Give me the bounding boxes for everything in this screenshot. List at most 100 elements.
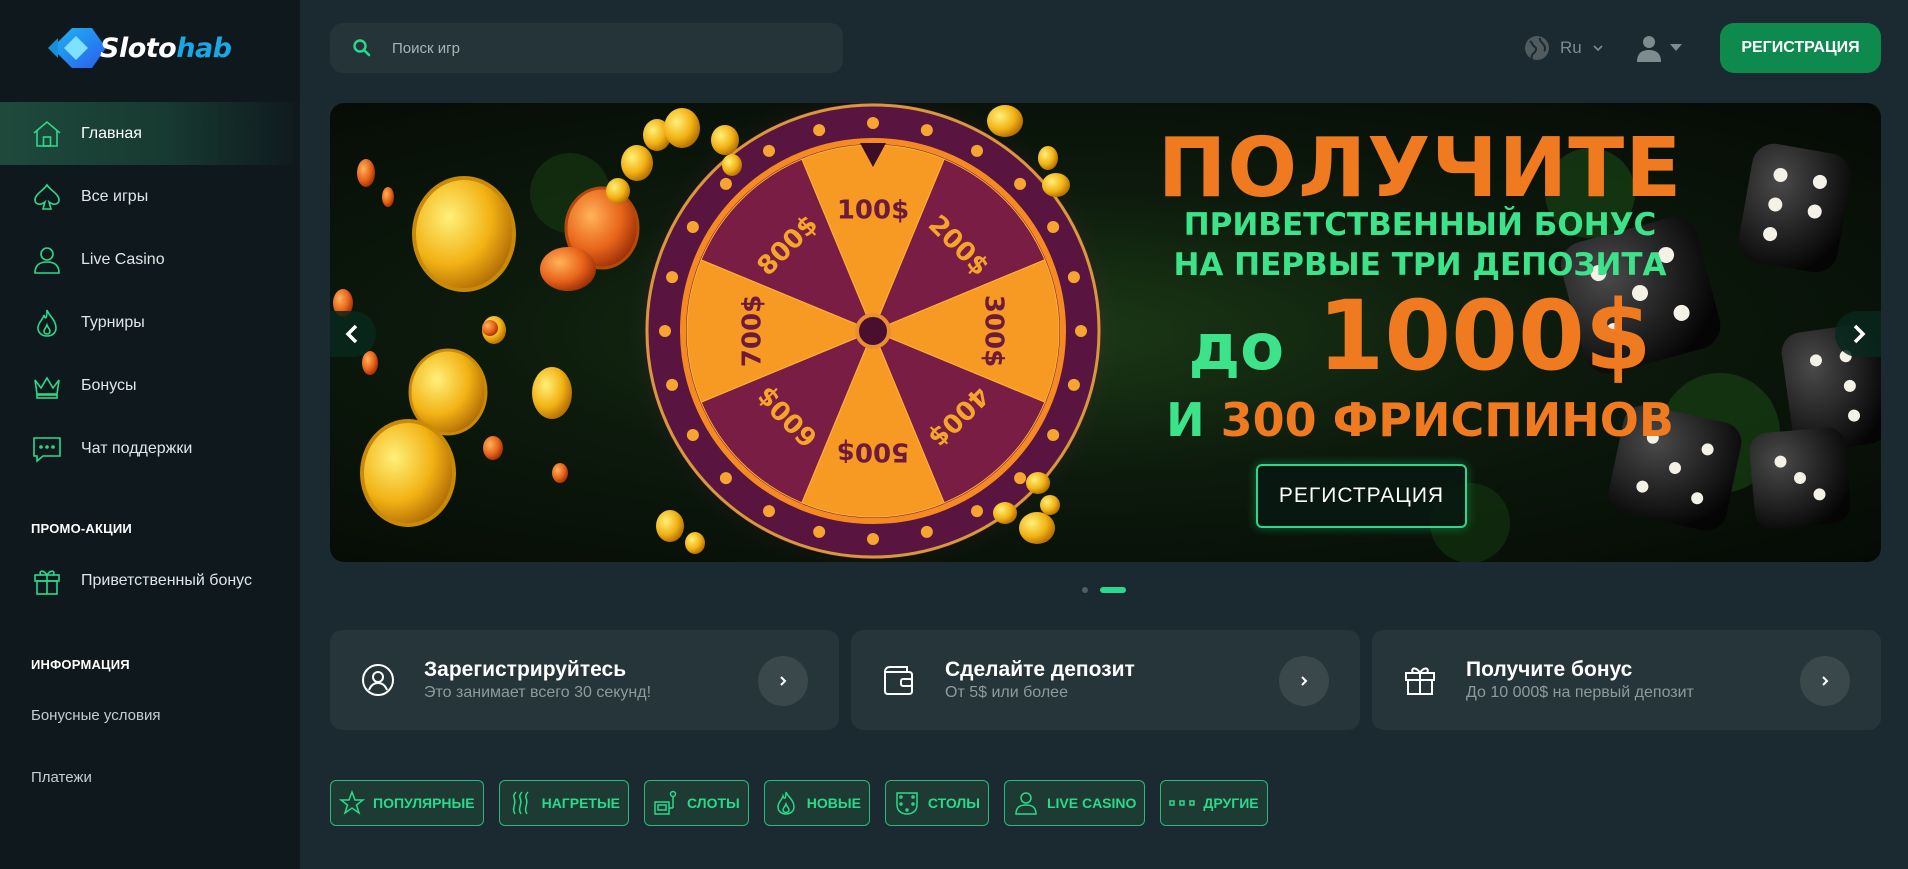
bonus-terms-link[interactable]: Бонусные условия: [31, 707, 160, 724]
sidebar-item-support-chat[interactable]: Чат поддержки: [0, 417, 300, 480]
user-icon: [1637, 36, 1661, 62]
sidebar-item-welcome-bonus[interactable]: Приветственный бонус: [30, 560, 252, 602]
sidebar-item-label: Бонусы: [81, 376, 137, 394]
category-other[interactable]: ДРУГИЕ: [1160, 780, 1268, 826]
banner-subheadline: ПРИВЕТСТВЕННЫЙ БОНУС НА ПЕРВЫЕ ТРИ ДЕПОЗ…: [1110, 205, 1730, 285]
category-label: LIVE CASINO: [1046, 795, 1137, 811]
category-new[interactable]: НОВЫЕ: [763, 780, 870, 826]
wheel-bulb: [920, 525, 933, 538]
chevron-right-icon: [1301, 676, 1308, 686]
category-label: СТОЛЫ: [927, 795, 980, 811]
chevron-down-icon: [1593, 45, 1603, 52]
flame-icon: [30, 306, 64, 340]
step-go-button[interactable]: [1800, 656, 1850, 706]
language-label: Ru: [1560, 38, 1582, 57]
step-subtitle: Это занимает всего 30 секунд!: [424, 684, 652, 701]
category-label: НАГРЕТЫЕ: [541, 795, 621, 811]
dots-icon: [1169, 800, 1196, 806]
category-hot[interactable]: НАГРЕТЫЕ: [498, 780, 630, 826]
step-subtitle: От 5$ или более: [945, 684, 1068, 701]
wheel-bulb: [867, 533, 879, 545]
star-icon: [339, 790, 365, 815]
category-label: ПОПУЛЯРНЫЕ: [373, 795, 475, 811]
wheel-value-label: 300$: [979, 295, 1009, 367]
chevron-right-icon: [1822, 676, 1829, 686]
sidebar-item-live-casino[interactable]: Live Casino: [0, 228, 300, 291]
search-input[interactable]: [392, 39, 792, 57]
category-label: НОВЫЕ: [806, 795, 861, 811]
sidebar-item-label: Главная: [81, 124, 142, 142]
chevron-right-icon: [780, 676, 787, 686]
wheel-value-label: 100$: [837, 196, 909, 226]
gift-icon: [30, 564, 64, 598]
banner-next-button[interactable]: [1835, 311, 1881, 357]
wheel-bulb: [971, 505, 983, 518]
wheel-value-label: 700$: [738, 295, 768, 367]
chevron-right-icon: [1853, 324, 1866, 344]
wheel-bulb: [1067, 378, 1080, 391]
wheel-bulb: [1047, 221, 1060, 233]
logo-text: Slotohab: [100, 32, 232, 64]
category-slots[interactable]: СЛОТЫ: [644, 780, 749, 826]
home-icon: [30, 117, 64, 151]
spade-icon: [30, 180, 64, 214]
category-label: ДРУГИЕ: [1203, 795, 1259, 811]
banner-freespins-value: 300 ФРИСПИНОВ: [1220, 393, 1674, 447]
sidebar-item-label: Все игры: [81, 187, 149, 205]
wheel-bulb: [971, 144, 983, 157]
info-section-title: ИНФОРМАЦИЯ: [31, 657, 130, 672]
category-tables[interactable]: СТОЛЫ: [884, 780, 989, 826]
banner-dot-2[interactable]: [1100, 587, 1126, 593]
wheel-bulb: [1075, 325, 1087, 337]
wheel-bulb: [1014, 177, 1027, 190]
step-card-deposit[interactable]: Сделайте депозит От 5$ или более: [851, 630, 1360, 730]
banner-register-button[interactable]: РЕГИСТРАЦИЯ: [1256, 464, 1467, 528]
wheel-bulb: [763, 144, 775, 157]
language-selector[interactable]: Ru: [1524, 33, 1604, 63]
wheel-bulb: [686, 221, 699, 233]
sidebar-item-tournaments[interactable]: Турниры: [0, 291, 300, 354]
user-circle-icon: [362, 664, 394, 696]
step-card-bonus[interactable]: Получите бонус До 10 000$ на первый депо…: [1372, 630, 1881, 730]
banner-amount-prefix: до: [1188, 311, 1285, 385]
crown-icon: [30, 369, 64, 403]
sidebar-item-bonuses[interactable]: Бонусы: [0, 354, 300, 417]
heat-icon: [512, 791, 529, 815]
wheel-bulb: [659, 325, 671, 337]
wheel-bulb: [920, 124, 933, 137]
wheel-bulb: [719, 472, 732, 485]
slot-lever-icon: [654, 790, 677, 815]
globe-icon: [1525, 36, 1549, 60]
sidebar-item-label: Live Casino: [81, 250, 165, 268]
banner-amount: до 1000$: [1110, 281, 1730, 403]
banner-prev-button[interactable]: [330, 311, 376, 357]
sidebar-item-home[interactable]: Главная: [0, 102, 300, 165]
dealer-icon: [1015, 792, 1037, 815]
category-popular[interactable]: ПОПУЛЯРНЫЕ: [330, 780, 484, 826]
category-live-casino[interactable]: LIVE CASINO: [1003, 780, 1146, 826]
wheel-value-label: 500$: [837, 437, 909, 467]
banner-dot-1[interactable]: [1082, 587, 1088, 593]
sidebar: Slotohab Главная Все игры Live Casino Ту…: [0, 0, 300, 869]
wallet-icon: [884, 666, 913, 695]
banner-headline: ПОЛУЧИТЕ: [1157, 121, 1683, 216]
step-go-button[interactable]: [1279, 656, 1329, 706]
logo[interactable]: Slotohab: [48, 22, 232, 74]
register-button[interactable]: РЕГИСТРАЦИЯ: [1720, 23, 1881, 73]
dealer-icon: [30, 243, 64, 277]
sidebar-item-label: Турниры: [81, 313, 145, 331]
promo-banner[interactable]: 100$200$300$400$500$600$700$800$: [330, 103, 1881, 562]
step-card-register[interactable]: Зарегистрируйтесь Это занимает всего 30 …: [330, 630, 839, 730]
user-menu[interactable]: [1636, 33, 1682, 63]
sidebar-item-all-games[interactable]: Все игры: [0, 165, 300, 228]
step-title: Сделайте депозит: [945, 658, 1135, 681]
wheel-bulb: [1047, 429, 1060, 441]
payments-link[interactable]: Платежи: [31, 769, 92, 786]
wheel-bulb: [813, 124, 826, 137]
coins-left: [333, 119, 671, 527]
search-bar[interactable]: [330, 23, 843, 73]
wheel-bulb: [763, 505, 775, 518]
step-go-button[interactable]: [758, 656, 808, 706]
step-title: Зарегистрируйтесь: [424, 658, 627, 681]
banner-subheadline-line2: НА ПЕРВЫЕ ТРИ ДЕПОЗИТА: [1173, 247, 1667, 283]
